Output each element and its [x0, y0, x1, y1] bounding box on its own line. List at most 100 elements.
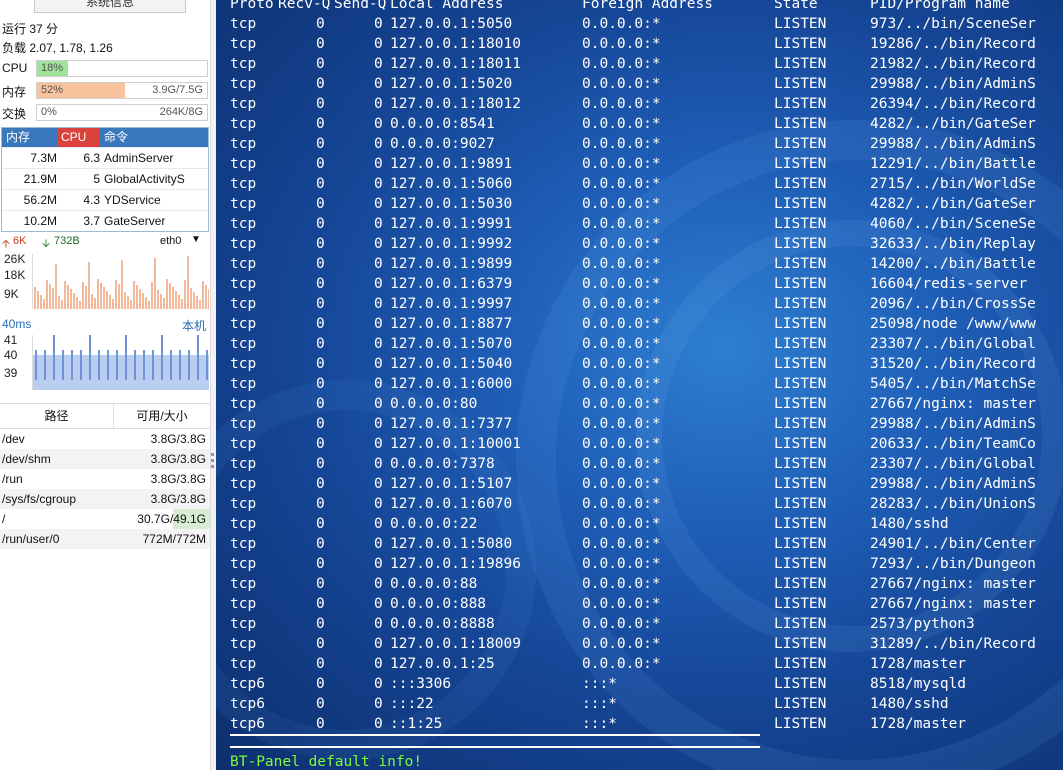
netstat-foreign: 0.0.0.0:*: [582, 336, 661, 352]
disk-size: 3.8G/3.8G: [150, 432, 206, 446]
traffic-bar: [34, 287, 36, 309]
traffic-bar: [88, 262, 90, 309]
netstat-prog: 19286/../bin/Record: [870, 36, 1036, 52]
traffic-bar: [112, 299, 114, 309]
disk-row[interactable]: /sys/fs/cgroup 3.8G/3.8G: [0, 489, 210, 509]
process-row[interactable]: 7.3M 6.3 AdminServer: [2, 147, 208, 168]
meter-percent: 52%: [41, 84, 64, 96]
netstat-local: 127.0.0.1:5060: [390, 176, 513, 192]
netstat-foreign: 0.0.0.0:*: [582, 156, 661, 172]
netstat-sendq: 0: [374, 316, 383, 332]
usage-meter: 52% 3.9G/7.5G: [36, 82, 208, 99]
chevron-down-icon[interactable]: ▼: [191, 234, 201, 245]
netstat-prog: 4282/../bin/GateSer: [870, 116, 1036, 132]
system-info-button[interactable]: 系统信息: [34, 0, 186, 13]
netstat-local: 127.0.0.1:5107: [390, 476, 513, 492]
disk-row[interactable]: /run 3.8G/3.8G: [0, 469, 210, 489]
netstat-local: 0.0.0.0:8888: [390, 616, 495, 632]
net-y-label: 9K: [4, 287, 19, 301]
netstat-proto: tcp: [230, 616, 257, 632]
process-row[interactable]: 56.2M 4.3 YDService: [2, 189, 208, 210]
netstat-recvq: 0: [316, 176, 325, 192]
traffic-bar: [118, 284, 120, 309]
netstat-state: LISTEN: [774, 436, 827, 452]
process-command: GateServer: [104, 214, 166, 228]
netstat-recvq: 0: [316, 396, 325, 412]
process-column-header[interactable]: CPU: [57, 128, 100, 147]
netstat-proto: tcp: [230, 196, 257, 212]
netstat-foreign: 0.0.0.0:*: [582, 576, 661, 592]
netstat-prog: 14200/../bin/Battle: [870, 256, 1036, 272]
process-row[interactable]: 21.9M 5 GlobalActivityS: [2, 168, 208, 189]
netstat-local: ::1:25: [390, 716, 443, 732]
process-column-header[interactable]: 内存: [2, 128, 57, 147]
process-command: YDService: [104, 193, 161, 207]
disk-path: /: [2, 512, 6, 526]
traffic-bar: [100, 283, 102, 309]
latency-label: 40ms: [2, 317, 32, 331]
netstat-state: LISTEN: [774, 536, 827, 552]
netstat-prog: 8518/mysqld: [870, 676, 967, 692]
netstat-state: LISTEN: [774, 616, 827, 632]
netstat-recvq: 0: [316, 316, 325, 332]
netstat-recvq: 0: [316, 36, 325, 52]
netstat-proto: tcp: [230, 76, 257, 92]
netstat-state: LISTEN: [774, 376, 827, 392]
traffic-bar: [79, 301, 81, 309]
netstat-recvq: 0: [316, 296, 325, 312]
process-mem: 7.3M: [30, 151, 57, 165]
netstat-sendq: 0: [374, 296, 383, 312]
netstat-recvq: 0: [316, 96, 325, 112]
netstat-state: LISTEN: [774, 656, 827, 672]
traffic-bar: [97, 279, 99, 309]
netstat-foreign: 0.0.0.0:*: [582, 236, 661, 252]
traffic-bar: [202, 281, 204, 309]
process-column-header[interactable]: 命令: [100, 128, 208, 147]
splitter-grip-icon: [211, 465, 214, 468]
latency-spike: [152, 350, 154, 380]
netstat-proto: tcp: [230, 56, 257, 72]
disk-row[interactable]: / 30.7G/49.1G: [0, 509, 210, 529]
netstat-proto: tcp6: [230, 716, 265, 732]
netstat-local: 0.0.0.0:8541: [390, 116, 495, 132]
process-cpu: 4.3: [83, 193, 100, 207]
traffic-bar: [208, 289, 210, 309]
netstat-prog: 1480/sshd: [870, 516, 949, 532]
netstat-state: LISTEN: [774, 196, 827, 212]
disk-row[interactable]: /run/user/0 772M/772M: [0, 529, 210, 549]
disk-row[interactable]: /dev 3.8G/3.8G: [0, 429, 210, 449]
disk-size-header[interactable]: 可用/大小: [114, 404, 210, 428]
netstat-sendq: 0: [374, 236, 383, 252]
netstat-proto: tcp: [230, 376, 257, 392]
disk-row[interactable]: /dev/shm 3.8G/3.8G: [0, 449, 210, 469]
netstat-sendq: 0: [374, 196, 383, 212]
traffic-bar: [58, 296, 60, 309]
netstat-sendq: 0: [374, 96, 383, 112]
terminal-view[interactable]: Proto Recv-Q Send-Q Local Address Foreig…: [216, 0, 1063, 770]
disk-path-header[interactable]: 路径: [0, 404, 114, 428]
traffic-bar: [76, 297, 78, 309]
netstat-proto: tcp: [230, 656, 257, 672]
uptime-text: 运行 37 分: [2, 22, 59, 36]
separator-line: [230, 734, 760, 748]
latency-spike: [62, 350, 64, 380]
netstat-proto: tcp: [230, 216, 257, 232]
netstat-sendq: 0: [374, 656, 383, 672]
netstat-sendq: 0: [374, 336, 383, 352]
netstat-foreign: 0.0.0.0:*: [582, 296, 661, 312]
netstat-foreign: 0.0.0.0:*: [582, 116, 661, 132]
netstat-sendq: 0: [374, 636, 383, 652]
netstat-prog: 4282/../bin/GateSer: [870, 196, 1036, 212]
traffic-bar: [37, 291, 39, 309]
netstat-local: 127.0.0.1:5020: [390, 76, 513, 92]
traffic-bar: [154, 258, 156, 309]
latency-host[interactable]: 本机: [182, 317, 206, 334]
netstat-prog: 2573/python3: [870, 616, 975, 632]
netstat-recvq: 0: [316, 476, 325, 492]
process-row[interactable]: 10.2M 3.7 GateServer: [2, 210, 208, 231]
netstat-state: LISTEN: [774, 696, 827, 712]
traffic-bar: [133, 281, 135, 309]
interface-select[interactable]: eth0: [160, 235, 181, 247]
netstat-local: 127.0.0.1:6379: [390, 276, 513, 292]
netstat-foreign: 0.0.0.0:*: [582, 556, 661, 572]
